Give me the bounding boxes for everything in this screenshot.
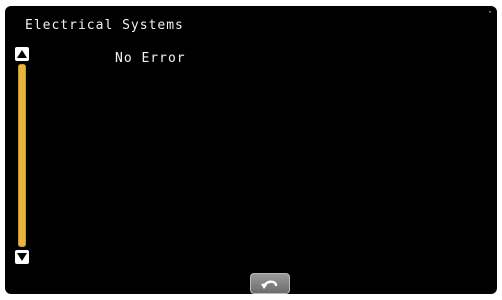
scroll-up-button[interactable] [15,47,29,61]
back-arrow-icon [261,280,278,289]
corner-indicator: · [486,7,493,18]
status-message: No Error [115,51,186,66]
display-screen: Electrical Systems · No Error [5,6,497,294]
page-title: Electrical Systems [25,18,184,33]
arrow-up-icon [17,50,27,58]
scroll-track[interactable] [18,64,26,247]
arrow-down-icon [17,253,27,261]
back-button[interactable] [250,273,290,294]
scrollbar[interactable] [15,47,29,264]
scroll-down-button[interactable] [15,250,29,264]
